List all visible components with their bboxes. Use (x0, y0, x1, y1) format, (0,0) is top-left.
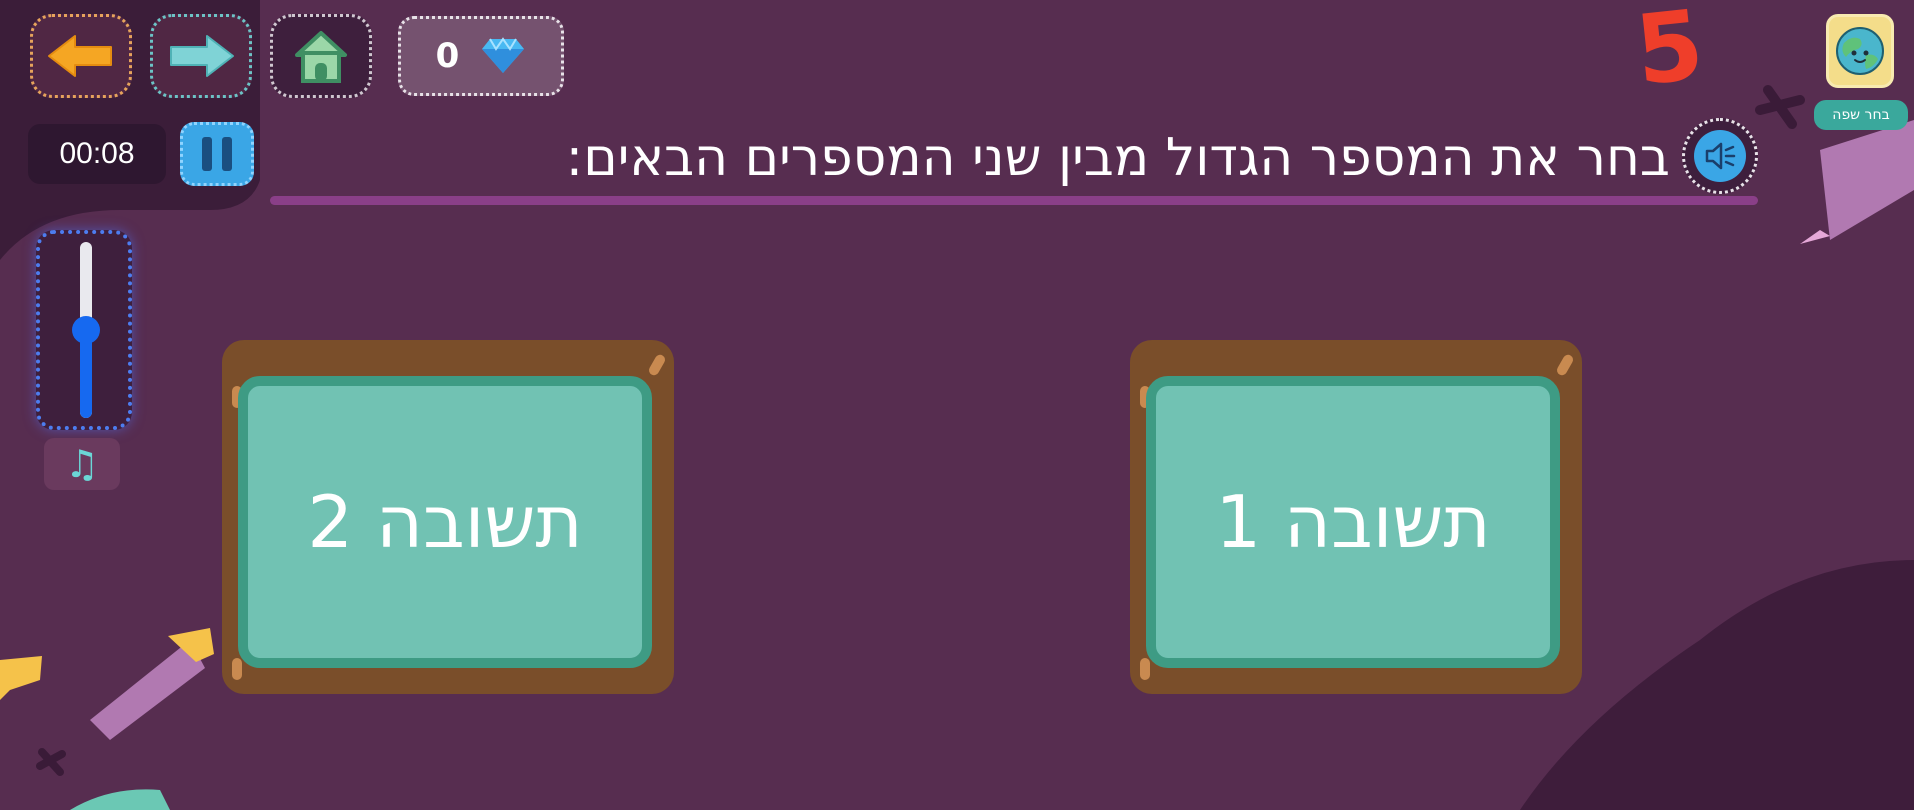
pause-icon (202, 137, 212, 171)
arrow-right-icon (170, 35, 234, 77)
answer-1-button[interactable]: תשובה 1 (1146, 376, 1560, 668)
answer-2-label: תשובה 2 (307, 480, 583, 564)
gems-counter: 0 (398, 16, 564, 96)
answer-2-board[interactable]: תשובה 2 (222, 340, 674, 694)
home-button[interactable] (270, 14, 372, 98)
music-note-icon: ♫ (64, 442, 100, 486)
globe-icon (1836, 27, 1884, 75)
language-label[interactable]: בחר שפה (1814, 100, 1908, 130)
pause-button[interactable] (180, 122, 254, 186)
home-icon (295, 31, 347, 83)
volume-slider[interactable] (36, 230, 132, 430)
music-toggle-button[interactable]: ♫ (44, 438, 120, 490)
speaker-button[interactable] (1682, 118, 1758, 194)
volume-knob[interactable] (72, 316, 100, 344)
diamond-icon (482, 37, 525, 73)
forward-button[interactable] (150, 14, 252, 98)
speaker-icon (1705, 142, 1736, 170)
timer: 00:08 (28, 124, 166, 184)
question-text: בחר את המספר הגדול מבין שני המספרים הבאי… (565, 128, 1670, 188)
answer-2-button[interactable]: תשובה 2 (238, 376, 652, 668)
question-underline (270, 196, 1758, 205)
gems-count: 0 (435, 36, 460, 76)
arrow-left-icon (48, 35, 112, 77)
answer-1-label: תשובה 1 (1215, 480, 1491, 564)
language-button[interactable] (1826, 14, 1894, 88)
answer-1-board[interactable]: תשובה 1 (1130, 340, 1582, 694)
back-button[interactable] (30, 14, 132, 98)
score-number: 5 (1630, 0, 1709, 108)
